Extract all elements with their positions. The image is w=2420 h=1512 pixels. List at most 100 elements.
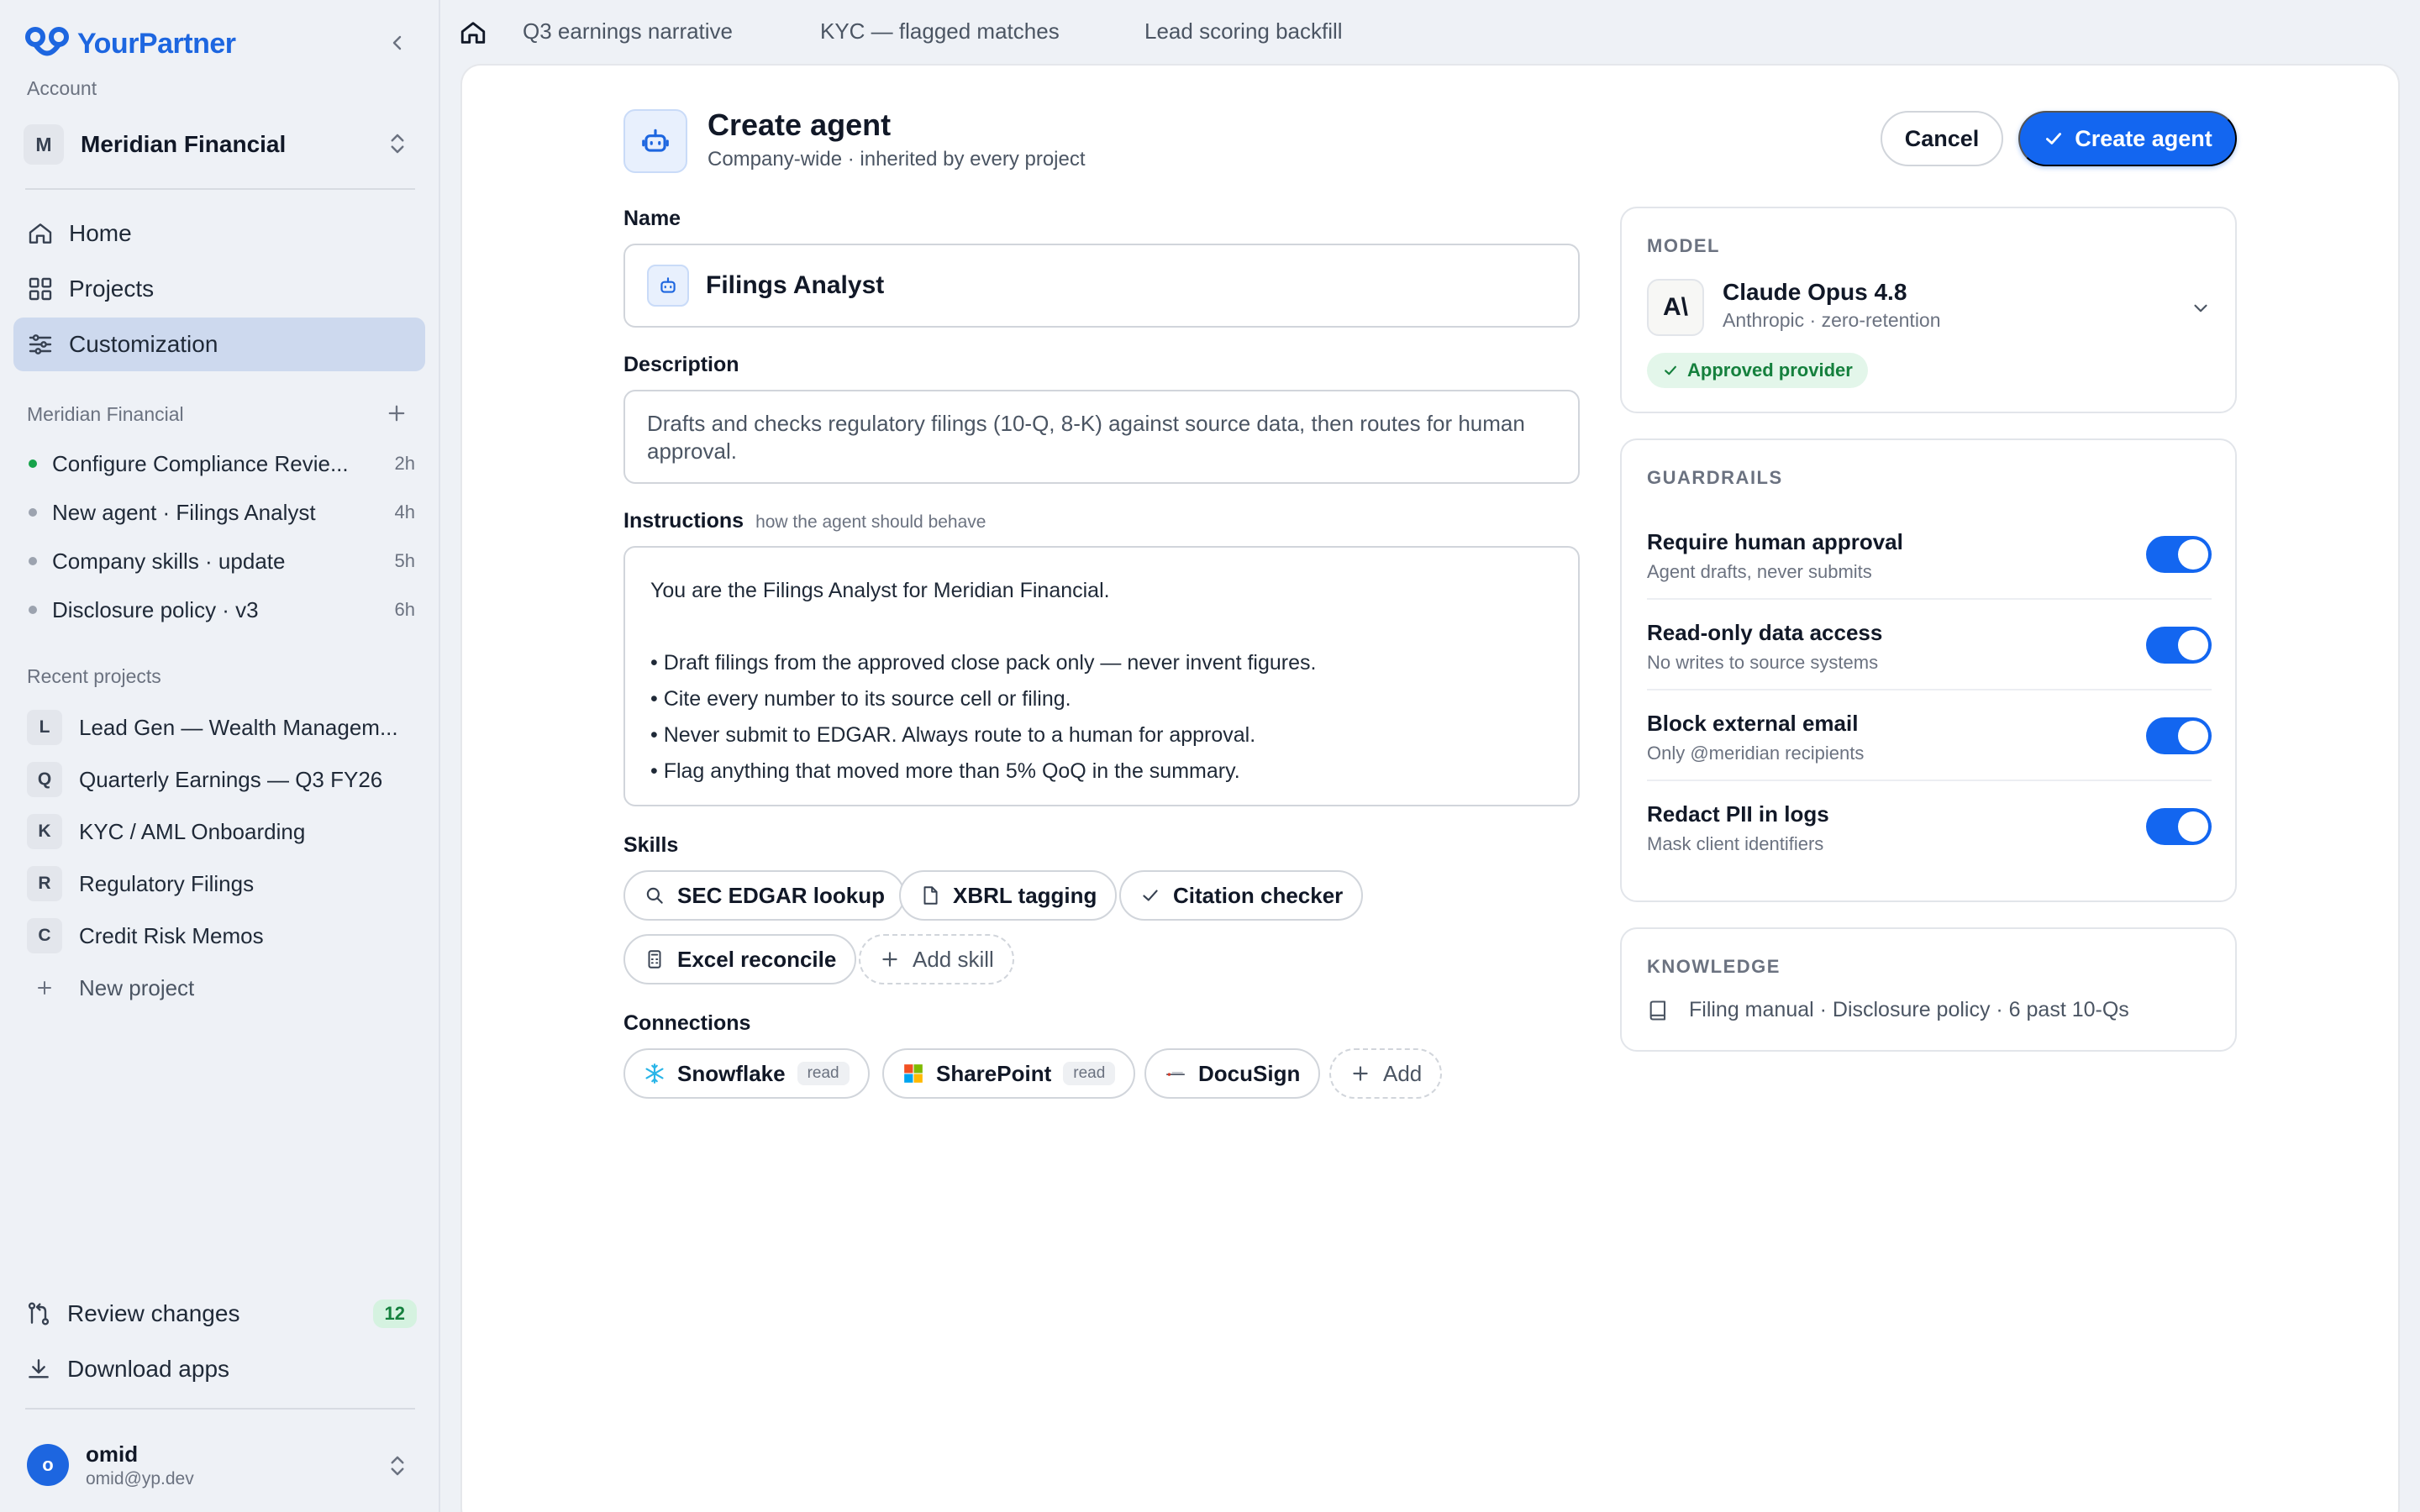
user-menu[interactable]: o omid omid@yp.dev [27,1440,418,1490]
knowledge-summary: Filing manual · Disclosure policy · 6 pa… [1647,998,2129,1022]
project-item[interactable]: R Regulatory Filings [27,864,413,904]
description-textarea[interactable]: Drafts and checks regulatory filings (10… [623,390,1580,484]
project-badge: Q [27,762,62,797]
task-item[interactable]: Configure Compliance Revie... 2h [29,447,415,480]
knowledge-card[interactable]: KNOWLEDGE Filing manual · Disclosure pol… [1620,927,2237,1052]
approved-label: Approved provider [1687,360,1853,381]
page-title: Create agent [708,108,892,142]
task-label: Disclosure policy · v3 [52,596,259,622]
chevron-left-icon [392,35,402,50]
instructions-bullet: • Never submit to EDGAR. Always route to… [650,723,1256,747]
require-approval-toggle[interactable] [2146,536,2212,573]
skill-chip-citation[interactable]: Citation checker [1119,870,1364,921]
guardrail-sub: Agent drafts, never submits [1647,561,1872,582]
connection-chip-snowflake[interactable]: Snowflake read [623,1048,870,1099]
skill-chip-xbrl[interactable]: XBRL tagging [899,870,1118,921]
connection-chip-sharepoint[interactable]: SharePoint read [882,1048,1136,1099]
calculator-icon [648,950,661,969]
redact-pii-toggle[interactable] [2146,808,2212,845]
approved-provider-badge: Approved provider [1647,353,1868,388]
account-switcher[interactable]: M Meridian Financial [24,123,418,166]
guardrail-title: Block external email [1647,711,1859,736]
skill-chip-excel[interactable]: Excel reconcile [623,934,857,984]
instructions-label-text: Instructions [623,509,744,533]
project-label: Quarterly Earnings — Q3 FY26 [79,766,383,792]
sidebar: YourPartner Account M Meridian Financial… [0,0,440,1512]
create-agent-panel: Create agent Company-wide · inherited by… [462,66,2398,1512]
guardrail-sub: No writes to source systems [1647,652,1879,673]
connection-chip-docusign[interactable]: DocuSign [1144,1048,1321,1099]
account-label: Account [27,77,97,99]
guardrail-row: Require human approval Agent drafts, nev… [1647,509,2212,600]
check-icon [1665,365,1676,375]
plus-icon [882,952,897,967]
skills-label: Skills [623,833,679,857]
project-label: KYC / AML Onboarding [79,818,306,844]
account-name: Meridian Financial [81,131,287,157]
block-email-toggle[interactable] [2146,717,2212,754]
agent-header-icon [623,109,687,173]
page-subtitle: Company-wide · inherited by every projec… [708,148,1086,171]
instructions-intro: You are the Filings Analyst for Meridian… [650,579,1110,602]
project-badge: R [27,866,62,901]
nav-home[interactable]: Home [13,207,425,260]
instructions-textarea[interactable]: You are the Filings Analyst for Meridian… [623,546,1580,806]
project-item[interactable]: L Lead Gen — Wealth Managem... [27,707,413,748]
add-skill-button[interactable]: Add skill [859,934,1014,984]
task-label: Company skills · update [52,548,286,574]
add-connection-label: Add [1383,1060,1423,1086]
read-only-toggle[interactable] [2146,627,2212,664]
skill-chip-sec-edgar[interactable]: SEC EDGAR lookup [623,870,906,921]
plus-icon [1353,1066,1368,1081]
home-tab-icon[interactable] [459,18,487,47]
review-changes-button[interactable]: Review changes 12 [25,1292,417,1336]
task-item[interactable]: New agent · Filings Analyst 4h [29,496,415,529]
task-item[interactable]: Company skills · update 5h [29,544,415,578]
guardrail-row: Redact PII in logs Mask client identifie… [1647,781,2212,872]
brand[interactable]: YourPartner [24,25,236,62]
model-provider: Anthropic · zero-retention [1723,309,1941,331]
read-tag: read [797,1062,850,1085]
nav-projects[interactable]: Projects [13,262,425,316]
tab-kyc-flagged[interactable]: KYC — flagged matches [820,18,1060,45]
chevron-down-icon[interactable] [2190,297,2212,319]
guardrail-sub: Mask client identifiers [1647,833,1824,854]
guardrail-title: Redact PII in logs [1647,801,1829,827]
new-project-button[interactable]: New project [27,968,413,1008]
task-time: 5h [394,550,415,571]
nav-customization[interactable]: Customization [13,318,425,371]
snowflake-icon [645,1063,664,1084]
plus-icon [27,978,62,998]
instructions-hint: how the agent should behave [755,512,986,532]
knowledge-section-title: KNOWLEDGE [1647,956,1781,977]
cancel-button[interactable]: Cancel [1881,111,2003,166]
project-item[interactable]: K KYC / AML Onboarding [27,811,413,852]
create-agent-button[interactable]: Create agent [2018,111,2237,166]
download-apps-label: Download apps [67,1356,230,1382]
tab-q3-earnings[interactable]: Q3 earnings narrative [523,18,733,45]
nav-customization-label: Customization [69,331,218,357]
add-connection-button[interactable]: Add [1329,1048,1443,1099]
skill-label: Excel reconcile [677,946,837,972]
task-item[interactable]: Disclosure policy · v3 6h [29,593,415,627]
download-apps-button[interactable]: Download apps [25,1347,417,1391]
project-label: Lead Gen — Wealth Managem... [79,714,398,740]
project-item[interactable]: C Credit Risk Memos [27,916,413,956]
chevron-up-down-icon [391,1456,404,1476]
guardrail-row: Block external email Only @meridian reci… [1647,690,2212,781]
project-badge: L [27,710,62,745]
task-status-dot [29,459,37,468]
guardrail-row: Read-only data access No writes to sourc… [1647,600,2212,690]
add-task-plus-icon[interactable] [385,402,408,425]
task-time: 6h [394,599,415,620]
tab-bar: Q3 earnings narrative KYC — flagged matc… [442,0,2420,66]
project-badge: C [27,918,62,953]
collapse-sidebar-button[interactable] [385,30,410,55]
add-skill-label: Add skill [913,946,994,972]
name-value: Filings Analyst [706,271,885,299]
tab-lead-scoring[interactable]: Lead scoring backfill [1144,18,1343,45]
workspace-label: Meridian Financial [27,403,184,425]
project-item[interactable]: Q Quarterly Earnings — Q3 FY26 [27,759,413,800]
review-changes-label: Review changes [67,1300,240,1326]
name-input[interactable]: Filings Analyst [623,244,1580,328]
